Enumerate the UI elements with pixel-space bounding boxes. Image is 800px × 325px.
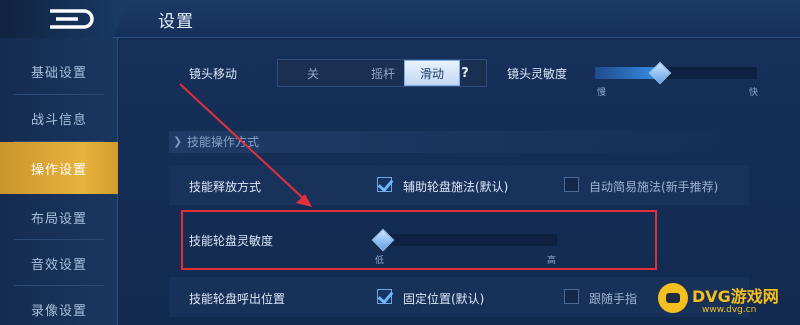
wheel-position-label: 技能轮盘呼出位置 — [189, 292, 286, 306]
assist-wheel-option-label: 辅助轮盘施法(默认) — [403, 180, 509, 194]
fixed-position-checkbox[interactable] — [377, 289, 392, 304]
sidebar-item-audio[interactable]: 音效设置 — [0, 240, 118, 286]
skill-section-header: ❯ 技能操作方式 — [169, 131, 749, 153]
camera-option-off[interactable]: 关 — [278, 60, 348, 86]
camera-sensitivity-slider[interactable] — [595, 67, 757, 79]
camera-option-swipe[interactable]: 滑动 — [404, 60, 460, 86]
assist-wheel-checkbox[interactable] — [377, 177, 392, 192]
sidebar-item-controls[interactable]: 操作设置 — [0, 142, 118, 194]
camera-sensitivity-handle[interactable] — [648, 61, 672, 85]
camera-max-label: 快 — [749, 88, 759, 98]
back-button[interactable] — [0, 0, 128, 38]
cast-mode-label: 技能释放方式 — [189, 180, 262, 194]
auto-cast-option-label: 自动简易施法(新手推荐) — [589, 180, 719, 194]
site-watermark: DVG游戏网 www.dvg.cn — [652, 279, 798, 323]
chevron-right-icon: ❯ — [173, 135, 183, 148]
help-icon[interactable]: ? — [455, 63, 475, 83]
skill-section-title: 技能操作方式 — [187, 135, 260, 149]
annotation-highlight-box — [181, 210, 657, 270]
sidebar-item-battle-info[interactable]: 战斗信息 — [0, 95, 118, 141]
fixed-position-option-label: 固定位置(默认) — [403, 292, 485, 306]
watermark-text: DVG游戏网 — [692, 287, 779, 306]
follow-finger-checkbox[interactable] — [564, 289, 579, 304]
sidebar-item-replay[interactable]: 录像设置 — [0, 286, 118, 325]
follow-finger-option-label: 跟随手指 — [589, 292, 638, 306]
settings-sidebar: 基础设置 战斗信息 操作设置 布局设置 音效设置 录像设置 — [0, 38, 118, 325]
gamepad-logo-icon — [658, 283, 688, 313]
top-bar: 设置 — [0, 0, 800, 38]
auto-cast-checkbox[interactable] — [564, 177, 579, 192]
camera-move-label: 镜头移动 — [189, 67, 238, 81]
page-title: 设置 — [158, 12, 194, 32]
back-arrow-icon — [50, 9, 94, 29]
watermark-url: www.dvg.cn — [702, 305, 757, 315]
sidebar-item-layout[interactable]: 布局设置 — [0, 194, 118, 240]
sidebar-item-basic[interactable]: 基础设置 — [0, 48, 118, 94]
camera-sensitivity-label: 镜头灵敏度 — [507, 67, 568, 81]
camera-min-label: 慢 — [597, 88, 607, 98]
